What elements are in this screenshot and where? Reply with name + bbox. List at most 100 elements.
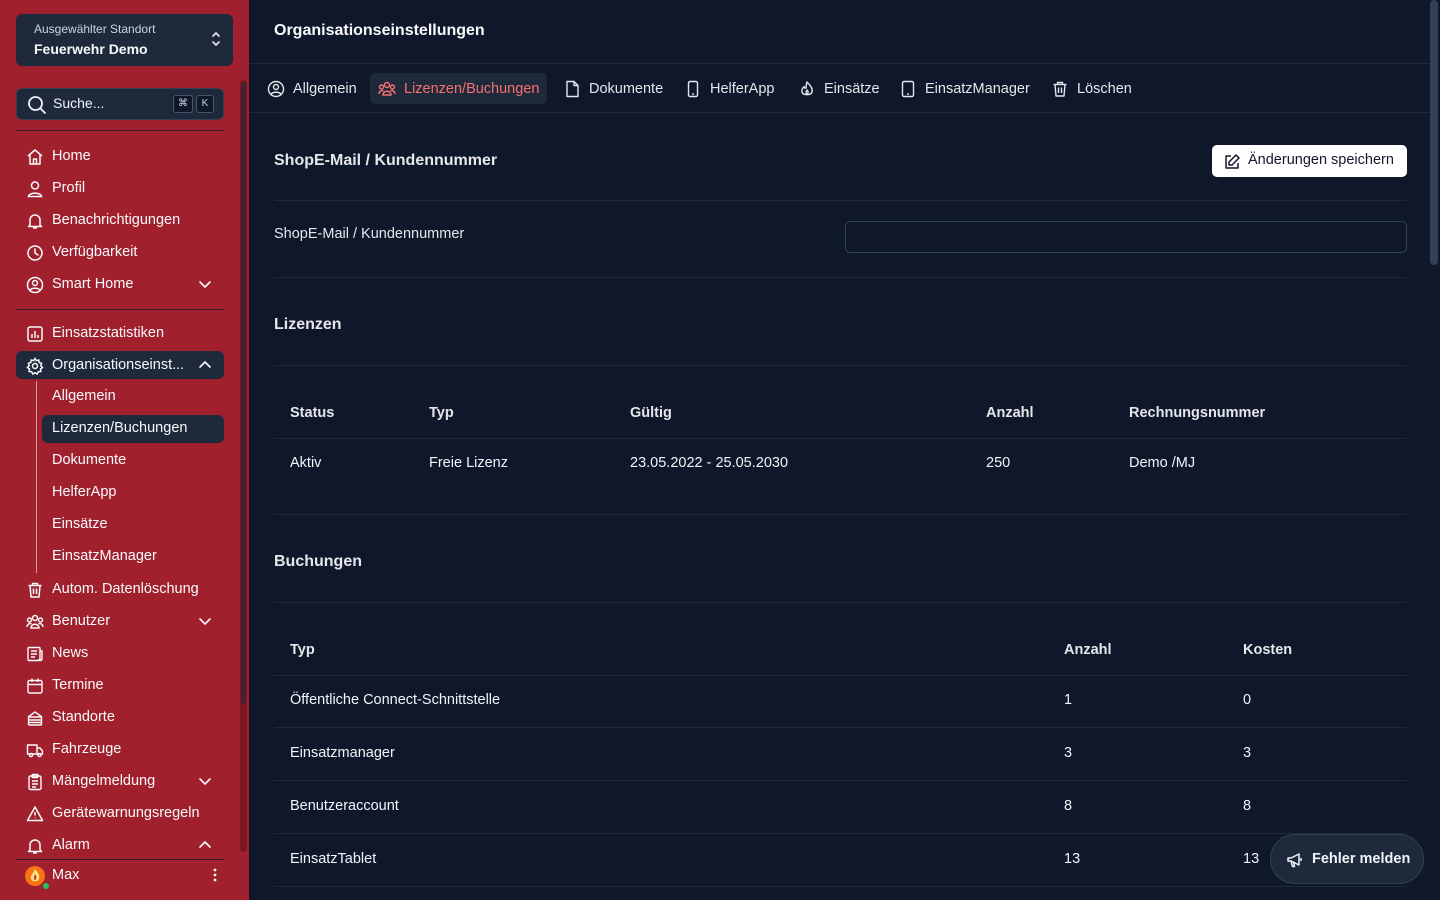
- tab-allgemein[interactable]: Allgemein: [267, 73, 365, 104]
- section-divider: [274, 514, 1407, 515]
- tab-loeschen[interactable]: Löschen: [1051, 73, 1140, 104]
- table-divider: [274, 833, 1407, 834]
- sidebar-item-label: Benutzer: [52, 613, 111, 629]
- section-divider: [274, 602, 1407, 603]
- table-divider: [274, 886, 1407, 887]
- sidebar-subitem-label: HelferApp: [52, 484, 117, 500]
- sidebar-subitem-label: Einsätze: [52, 516, 108, 532]
- search-input[interactable]: Suche... ⌘ K: [16, 88, 224, 120]
- chevron-down-icon: [198, 277, 212, 291]
- tab-lizenzen-buchungen[interactable]: Lizenzen/Buchungen: [370, 73, 548, 104]
- column-header: Typ: [429, 405, 454, 421]
- sidebar-item-datenloeschung[interactable]: Autom. Datenlöschung: [16, 575, 224, 603]
- search-placeholder: Suche...: [53, 95, 105, 111]
- table-cell: 1: [1064, 692, 1073, 708]
- bell-icon: [26, 837, 44, 855]
- sidebar-item-label: News: [52, 645, 89, 661]
- building-icon: [26, 709, 44, 727]
- column-header: Kosten: [1243, 642, 1293, 658]
- chart-icon: [26, 325, 44, 343]
- sidebar-subitem-lizenzen[interactable]: Lizenzen/Buchungen: [42, 415, 224, 443]
- calendar-icon: [26, 677, 44, 695]
- location-caption: Ausgewählter Standort: [34, 22, 156, 36]
- table-cell: 250: [986, 455, 1011, 471]
- home-icon: [26, 148, 44, 166]
- main-content: Organisationseinstellungen Allgemein Liz…: [249, 0, 1440, 900]
- table-cell: Freie Lizenz: [429, 455, 508, 471]
- column-header: Rechnungsnummer: [1129, 405, 1266, 421]
- sidebar-item-label: Standorte: [52, 709, 115, 725]
- table-cell: Aktiv: [290, 455, 322, 471]
- fire-icon: [798, 80, 816, 98]
- sidebar-item-einsatzstatistiken[interactable]: Einsatzstatistiken: [16, 319, 224, 347]
- main-scrollbar[interactable]: [1430, 0, 1438, 900]
- sidebar-item-label: Termine: [52, 677, 104, 693]
- tab-einsaetze[interactable]: Einsätze: [798, 73, 888, 104]
- section-divider: [274, 365, 1407, 366]
- shortcut-cmd-key: ⌘: [173, 95, 193, 113]
- sidebar-item-termine[interactable]: Termine: [16, 671, 224, 699]
- sidebar-item-news[interactable]: News: [16, 639, 224, 667]
- newspaper-icon: [26, 645, 44, 663]
- user-menu-row[interactable]: Max: [16, 860, 233, 892]
- sidebar-subitem-einsatzmanager[interactable]: EinsatzManager: [42, 543, 224, 571]
- sidebar-subitem-label: Allgemein: [52, 388, 116, 404]
- table-divider: [274, 727, 1407, 728]
- sidebar-item-standorte[interactable]: Standorte: [16, 703, 224, 731]
- sidebar-item-label: Autom. Datenlöschung: [52, 581, 199, 597]
- sidebar-subitem-label: EinsatzManager: [52, 548, 157, 564]
- location-value: Feuerwehr Demo: [34, 41, 148, 57]
- sidebar-item-benachrichtigungen[interactable]: Benachrichtigungen: [16, 206, 224, 234]
- sidebar-item-home[interactable]: Home: [16, 142, 224, 170]
- sidebar-item-alarm[interactable]: Alarm: [16, 831, 224, 859]
- sidebar-item-label: Verfügbarkeit: [52, 244, 138, 260]
- column-header: Anzahl: [986, 405, 1034, 421]
- sidebar-scrollbar-thumb[interactable]: [241, 82, 246, 704]
- users-icon: [378, 80, 396, 98]
- sidebar-subitem-dokumente[interactable]: Dokumente: [42, 447, 224, 475]
- trash-icon: [1051, 80, 1069, 98]
- save-button-label: Änderungen speichern: [1248, 152, 1394, 168]
- location-selector[interactable]: Ausgewählter Standort Feuerwehr Demo: [16, 14, 233, 66]
- section-divider: [274, 277, 1407, 278]
- report-bug-button[interactable]: Fehler melden: [1270, 834, 1424, 884]
- sidebar-item-profil[interactable]: Profil: [16, 174, 224, 202]
- main-scrollbar-thumb[interactable]: [1430, 0, 1438, 265]
- save-button[interactable]: Änderungen speichern: [1212, 145, 1407, 177]
- sidebar-item-label: Profil: [52, 180, 86, 196]
- section-divider: [274, 200, 1407, 201]
- sidebar-subitem-einsaetze[interactable]: Einsätze: [42, 511, 224, 539]
- sidebar-item-fahrzeuge[interactable]: Fahrzeuge: [16, 735, 224, 763]
- table-cell: Einsatzmanager: [290, 745, 395, 761]
- user-circle-icon: [267, 80, 285, 98]
- sidebar-subitem-helferapp[interactable]: HelferApp: [42, 479, 224, 507]
- sidebar-item-verfuegbarkeit[interactable]: Verfügbarkeit: [16, 238, 224, 266]
- tab-helferapp[interactable]: HelferApp: [684, 73, 782, 104]
- sidebar-item-benutzer[interactable]: Benutzer: [16, 607, 224, 635]
- table-cell: Demo /MJ: [1129, 455, 1196, 471]
- sidebar-subitem-allgemein[interactable]: Allgemein: [42, 383, 224, 411]
- tab-dokumente[interactable]: Dokumente: [563, 73, 671, 104]
- truck-icon: [26, 741, 44, 759]
- tab-label: EinsatzManager: [925, 80, 1030, 97]
- tab-label: Löschen: [1077, 80, 1132, 97]
- table-cell: 3: [1064, 745, 1073, 761]
- column-header: Status: [290, 405, 335, 421]
- sidebar-item-label: Mängelmeldung: [52, 773, 156, 789]
- tab-label: HelferApp: [710, 80, 775, 97]
- clipboard-icon: [26, 773, 44, 791]
- users-icon: [26, 613, 44, 631]
- tablet-icon: [899, 80, 917, 98]
- shop-email-input[interactable]: [845, 221, 1407, 253]
- more-vertical-icon[interactable]: [213, 868, 217, 882]
- submenu-guide-line: [36, 381, 37, 573]
- tab-einsatzmanager[interactable]: EinsatzManager: [899, 73, 1038, 104]
- sidebar-item-maengelmeldung[interactable]: Mängelmeldung: [16, 767, 224, 795]
- sidebar-item-label: Einsatzstatistiken: [52, 325, 165, 341]
- sidebar-item-geraetewarnungsregeln[interactable]: Gerätewarnungsregeln: [16, 799, 224, 827]
- sidebar-item-organisationseinstellungen[interactable]: Organisationseinst...: [16, 351, 224, 379]
- edit-icon: [1223, 153, 1241, 171]
- sidebar-item-smart-home[interactable]: Smart Home: [16, 270, 224, 298]
- table-cell: 8: [1243, 798, 1252, 814]
- table-divider: [274, 675, 1407, 676]
